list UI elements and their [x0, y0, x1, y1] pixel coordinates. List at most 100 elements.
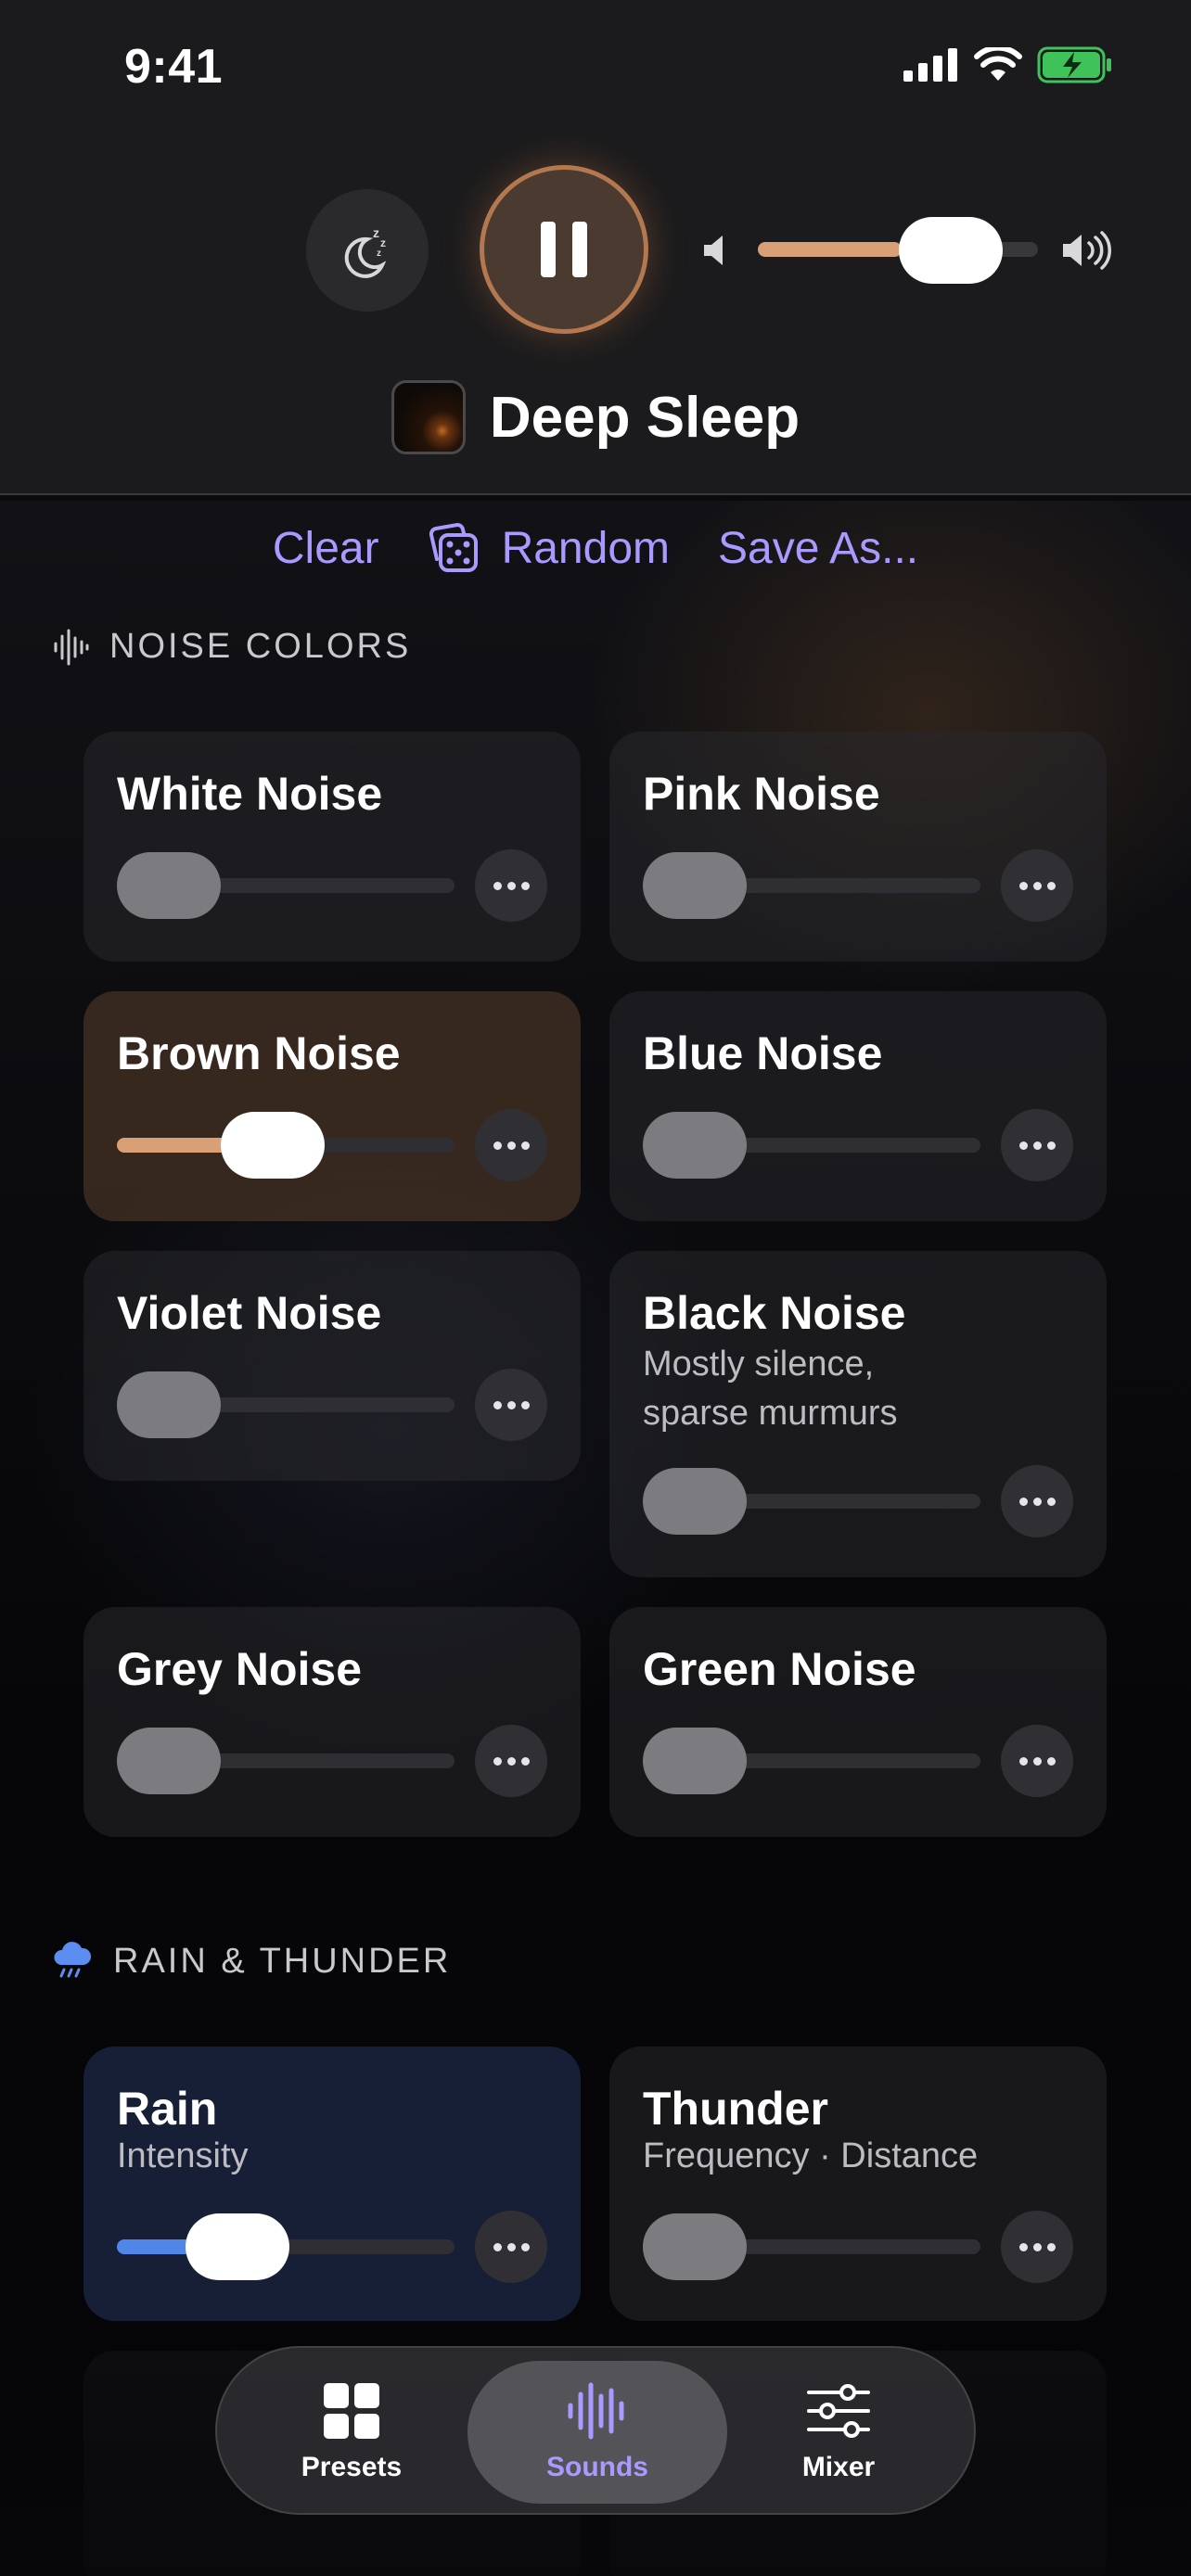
slider-thumb[interactable]	[643, 1112, 747, 1179]
sound-volume-slider[interactable]	[117, 1728, 455, 1794]
dot	[493, 881, 502, 890]
sleep-timer-button[interactable]: z z z	[306, 189, 429, 312]
save-as-button[interactable]: Save As...	[718, 523, 918, 574]
tab-sounds[interactable]: Sounds	[467, 2361, 727, 2504]
dot	[493, 2242, 502, 2251]
cellular-signal-icon	[903, 48, 957, 82]
volume-slider[interactable]	[758, 217, 1038, 284]
rain-cloud-icon	[54, 1942, 92, 1978]
sound-volume-slider[interactable]	[643, 1112, 980, 1179]
sound-card-brown-noise[interactable]: Brown Noise	[83, 991, 581, 1221]
sound-card-thunder[interactable]: Thunder Frequency · Distance	[609, 2047, 1107, 2321]
dot	[1046, 881, 1056, 890]
sound-volume-slider[interactable]	[643, 2213, 980, 2280]
slider-thumb[interactable]	[643, 1728, 747, 1794]
save-as-label: Save As...	[718, 523, 919, 573]
slider-thumb[interactable]	[186, 2213, 289, 2280]
sound-name: Blue Noise	[643, 1027, 883, 1079]
slider-thumb[interactable]	[643, 852, 747, 919]
more-options-button[interactable]	[475, 1369, 547, 1441]
svg-text:z: z	[377, 249, 381, 259]
sound-card-pink-noise[interactable]: Pink Noise	[609, 732, 1107, 962]
slider-thumb[interactable]	[643, 2213, 747, 2280]
sound-card-black-noise[interactable]: Black Noise Mostly silence, sparse murmu…	[609, 1251, 1107, 1577]
grid-icon	[324, 2383, 379, 2439]
dot	[1018, 1756, 1028, 1766]
dot	[1018, 2242, 1028, 2251]
tab-label: Presets	[301, 2452, 403, 2482]
sound-volume-slider[interactable]	[643, 1468, 980, 1535]
sound-card-rain[interactable]: Rain Intensity	[83, 2047, 581, 2321]
sound-volume-slider[interactable]	[643, 1728, 980, 1794]
volume-low-icon	[704, 236, 723, 265]
slider-thumb[interactable]	[117, 1728, 221, 1794]
dice-icon	[429, 523, 478, 572]
dot	[1018, 1141, 1028, 1150]
sound-card-green-noise[interactable]: Green Noise	[609, 1607, 1107, 1837]
pause-icon-bar	[572, 222, 587, 277]
slider-thumb[interactable]	[117, 852, 221, 919]
dot	[1032, 2242, 1042, 2251]
dot	[493, 1141, 502, 1150]
sound-card-white-noise[interactable]: White Noise	[83, 732, 581, 962]
more-options-button[interactable]	[1001, 2211, 1073, 2283]
pause-button[interactable]	[480, 165, 648, 334]
dot	[506, 1400, 516, 1409]
dot	[1046, 1756, 1056, 1766]
status-time: 9:41	[124, 40, 224, 94]
tab-bar: Presets Sounds Mixer	[215, 2346, 976, 2515]
more-options-button[interactable]	[475, 849, 547, 922]
sound-name: Grey Noise	[117, 1643, 363, 1695]
section-header-noise-colors: NOISE COLORS	[52, 627, 411, 667]
dot	[1046, 1497, 1056, 1506]
clear-button[interactable]: Clear	[273, 523, 379, 574]
header-divider	[0, 493, 1191, 495]
sound-subtitle: Frequency · Distance	[643, 2136, 979, 2175]
sound-card-blue-noise[interactable]: Blue Noise	[609, 991, 1107, 1221]
sound-volume-slider[interactable]	[117, 1371, 455, 1438]
more-options-button[interactable]	[1001, 1465, 1073, 1537]
sound-volume-slider[interactable]	[643, 852, 980, 919]
section-header-rain-thunder: RAIN & THUNDER	[52, 1941, 451, 1982]
more-options-button[interactable]	[475, 1109, 547, 1181]
sound-volume-slider[interactable]	[117, 1112, 455, 1179]
now-playing-title-row[interactable]: Deep Sleep	[0, 380, 1191, 454]
sound-name: Violet Noise	[117, 1287, 382, 1339]
sound-name: Green Noise	[643, 1643, 916, 1695]
svg-text:z: z	[380, 236, 386, 249]
sound-name: Thunder	[643, 2083, 828, 2135]
dot	[506, 1141, 516, 1150]
tab-mixer[interactable]: Mixer	[755, 2348, 922, 2517]
preset-artwork	[391, 380, 466, 454]
volume-thumb[interactable]	[899, 217, 1003, 284]
sound-name: White Noise	[117, 768, 383, 820]
more-options-button[interactable]	[475, 2211, 547, 2283]
sound-name: Rain	[117, 2083, 218, 2135]
waveform-icon	[54, 629, 89, 665]
sound-name: Brown Noise	[117, 1027, 401, 1079]
now-playing-header: 9:41 z z z Deep Sleep	[0, 0, 1191, 494]
battery-charging-icon	[1037, 46, 1111, 83]
slider-thumb[interactable]	[117, 1371, 221, 1438]
slider-thumb[interactable]	[643, 1468, 747, 1535]
sound-volume-slider[interactable]	[117, 2213, 455, 2280]
more-options-button[interactable]	[1001, 1109, 1073, 1181]
tab-presets[interactable]: Presets	[273, 2348, 430, 2517]
more-options-button[interactable]	[1001, 849, 1073, 922]
more-options-button[interactable]	[1001, 1725, 1073, 1797]
more-options-button[interactable]	[475, 1725, 547, 1797]
now-playing-title: Deep Sleep	[489, 385, 800, 450]
sound-card-grey-noise[interactable]: Grey Noise	[83, 1607, 581, 1837]
sliders-icon	[807, 2384, 870, 2438]
pause-icon	[541, 222, 556, 277]
dot	[1032, 1497, 1042, 1506]
dot	[506, 1756, 516, 1766]
sound-card-violet-noise[interactable]: Violet Noise	[83, 1251, 581, 1481]
random-button[interactable]: Random	[428, 522, 670, 574]
sound-subtitle: Mostly silence, sparse murmurs	[643, 1340, 898, 1438]
sound-name: Black Noise	[643, 1287, 906, 1339]
slider-thumb[interactable]	[221, 1112, 325, 1179]
dot	[506, 2242, 516, 2251]
dot	[520, 2242, 530, 2251]
sound-volume-slider[interactable]	[117, 852, 455, 919]
